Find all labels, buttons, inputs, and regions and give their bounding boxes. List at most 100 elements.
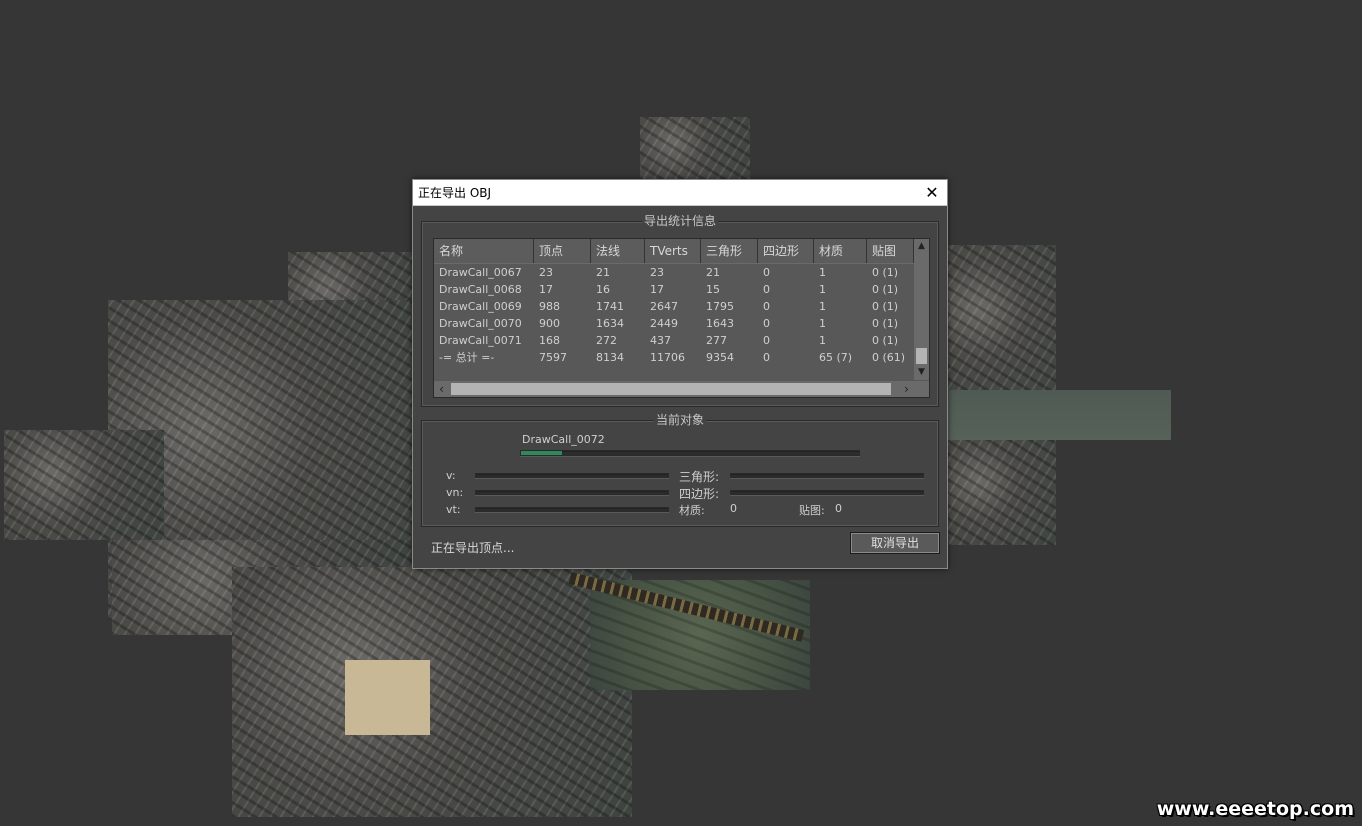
material-label: 材质: [679,504,705,517]
object-progress-bar [520,450,860,456]
table-cell: -= 总计 =- [439,351,495,364]
scroll-left-icon[interactable]: ‹ [434,381,449,397]
current-object-name: DrawCall_0072 [522,433,605,446]
table-cell: 17 [650,283,664,296]
table-cell: 21 [596,266,610,279]
export-stats-label: 导出统计信息 [641,214,718,228]
table-cell: DrawCall_0070 [439,317,522,330]
table-cell: 1795 [706,300,734,313]
table-cell: 0 [763,283,770,296]
triangle-label: 三角形: [679,470,720,484]
table-row[interactable]: DrawCall_0070 900 1634 2449 1643 0 1 0 (1) [434,315,914,332]
table-row[interactable]: DrawCall_0069 988 1741 2647 1795 0 1 0 (1) [434,298,914,315]
table-cell: 0 (1) [872,300,899,313]
object-progress-fill [521,451,562,455]
table-cell: DrawCall_0068 [439,283,522,296]
city-mesh-tile [640,117,750,180]
table-cell: 9354 [706,351,734,364]
table-cell: 2647 [650,300,678,313]
horizontal-scrollbar[interactable]: ‹ › [434,381,929,397]
texture-label: 贴图: [799,504,825,517]
city-mesh-tile [232,567,632,817]
table-row[interactable]: DrawCall_0067 23 21 23 21 0 1 0 (1) [434,264,914,281]
vertical-scroll-thumb[interactable] [916,348,927,364]
table-row[interactable]: -= 总计 =- 7597 8134 11706 9354 0 65 (7) 0 (61) [434,349,914,366]
table-cell: 0 [763,266,770,279]
export-stats-table: 名称 顶点 法线 TVerts 三角形 四边形 材质 贴图 DrawCall_0067 23 21… [433,238,930,398]
city-mesh-tile [946,245,1056,405]
status-text: 正在导出顶点... [431,541,515,555]
column-header[interactable]: 名称 [434,239,534,263]
table-cell: 17 [539,283,553,296]
column-header[interactable]: 贴图 [867,239,914,263]
table-cell: 1 [819,283,826,296]
column-header[interactable]: 顶点 [534,239,591,263]
cancel-export-button[interactable]: 取消导出 [850,532,940,554]
table-cell: 65 (7) [819,351,853,364]
table-header: 名称 顶点 法线 TVerts 三角形 四边形 材质 贴图 [434,239,914,264]
v-progress-bar [475,473,669,478]
vn-progress-bar [475,490,669,495]
table-cell: 1 [819,266,826,279]
column-header[interactable]: 法线 [591,239,645,263]
city-mesh-tile [4,430,164,540]
table-cell: 15 [706,283,720,296]
table-cell: 11706 [650,351,685,364]
vt-label: vt: [446,503,461,516]
table-cell: 1 [819,334,826,347]
vertical-scrollbar[interactable]: ▲ ▼ [914,239,929,380]
table-cell: 900 [539,317,560,330]
scroll-up-icon[interactable]: ▲ [914,239,929,254]
horizontal-scroll-thumb[interactable] [451,383,891,395]
export-obj-dialog: 正在导出 OBJ ✕ 导出统计信息 名称 顶点 法线 TVerts 三角形 四边形 材质 贴图… [412,179,948,569]
texture-value: 0 [835,502,842,515]
table-cell: 23 [650,266,664,279]
table-cell: 277 [706,334,727,347]
table-cell: 1741 [596,300,624,313]
close-icon[interactable]: ✕ [917,180,947,205]
vt-progress-bar [475,507,669,512]
dialog-title: 正在导出 OBJ [418,186,492,200]
table-cell: 0 [763,317,770,330]
table-cell: 23 [539,266,553,279]
column-header[interactable]: 三角形 [701,239,758,263]
table-cell: 2449 [650,317,678,330]
river-mesh-tile [946,390,1171,440]
table-cell: 0 (1) [872,283,899,296]
table-row[interactable]: DrawCall_0071 168 272 437 277 0 1 0 (1) [434,332,914,349]
city-mesh-tile [946,440,1056,545]
square-mesh-tile [345,660,430,735]
quad-progress-bar [730,490,924,495]
table-cell: DrawCall_0069 [439,300,522,313]
table-cell: 0 (1) [872,317,899,330]
table-cell: 0 [763,300,770,313]
dialog-titlebar[interactable]: 正在导出 OBJ ✕ [413,180,947,206]
quad-label: 四边形: [679,487,720,501]
table-cell: 1 [819,317,826,330]
current-object-group: 当前对象 DrawCall_0072 v: vn: vt: 三角形: 四边形: … [421,413,939,527]
triangle-progress-bar [730,473,924,478]
column-header[interactable]: 四边形 [758,239,814,263]
scroll-right-icon[interactable]: › [899,381,914,397]
table-cell: 16 [596,283,610,296]
table-cell: DrawCall_0067 [439,266,522,279]
export-stats-group: 导出统计信息 名称 顶点 法线 TVerts 三角形 四边形 材质 贴图 DrawCall_0… [421,214,939,407]
table-row[interactable]: DrawCall_0068 17 16 17 15 0 1 0 (1) [434,281,914,298]
table-cell: 0 [763,334,770,347]
table-cell: 437 [650,334,671,347]
table-cell: 7597 [539,351,567,364]
table-cell: 1 [819,300,826,313]
table-cell: 8134 [596,351,624,364]
scroll-down-icon[interactable]: ▼ [914,365,929,380]
v-label: v: [446,469,456,482]
column-header[interactable]: TVerts [645,239,701,263]
table-cell: 0 (61) [872,351,906,364]
table-cell: 1643 [706,317,734,330]
column-header[interactable]: 材质 [814,239,867,263]
table-cell: 0 (1) [872,266,899,279]
table-cell: 272 [596,334,617,347]
current-object-label: 当前对象 [653,413,706,427]
table-cell: 0 [763,351,770,364]
watermark-text: www.eeeetop.com [1156,798,1354,820]
table-cell: 988 [539,300,560,313]
